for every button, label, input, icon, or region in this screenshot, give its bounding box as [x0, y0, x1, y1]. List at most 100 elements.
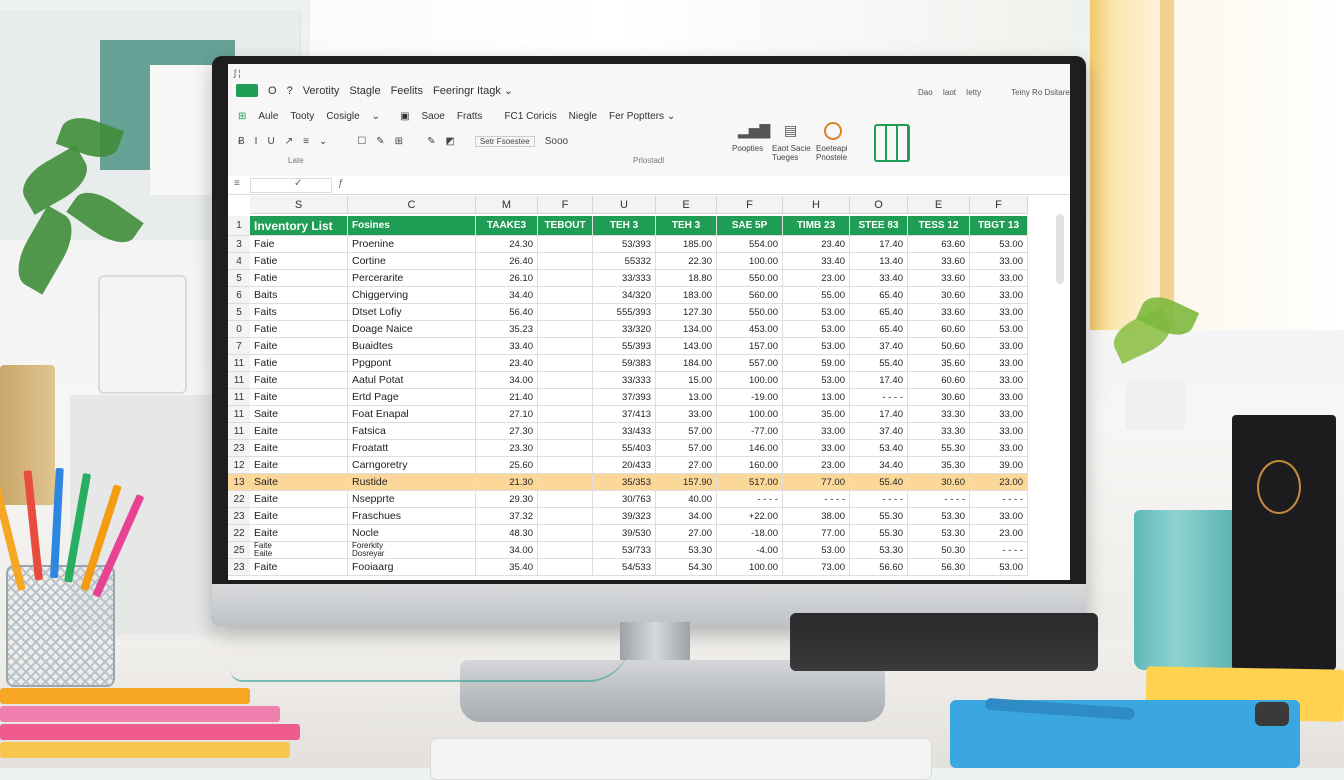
row-number[interactable]: 23: [228, 508, 250, 525]
table-cell[interactable]: 30.60: [908, 389, 970, 406]
row-number[interactable]: 11: [228, 372, 250, 389]
table-cell[interactable]: 53.30: [908, 525, 970, 542]
table-cell[interactable]: 33/333: [593, 372, 656, 389]
table-cell[interactable]: [538, 491, 593, 508]
row-number[interactable]: 5: [228, 270, 250, 287]
vertical-scrollbar[interactable]: [1056, 214, 1064, 284]
row-number[interactable]: 7: [228, 338, 250, 355]
table-cell[interactable]: 157.90: [656, 474, 717, 491]
table-cell[interactable]: 33.40: [850, 270, 908, 287]
column-header[interactable]: E: [656, 196, 717, 214]
table-cell[interactable]: 27.10: [476, 406, 538, 423]
column-header[interactable]: S: [250, 196, 348, 214]
table-cell[interactable]: 33.00: [970, 440, 1028, 457]
arrow-icon[interactable]: ↗: [285, 136, 293, 147]
table-cell[interactable]: 23.00: [970, 474, 1028, 491]
table-cell[interactable]: - - - -: [717, 491, 783, 508]
table-cell[interactable]: - - - -: [850, 389, 908, 406]
pencil-icon[interactable]: ✎: [427, 136, 435, 147]
tab[interactable]: O: [268, 85, 277, 97]
table-cell[interactable]: 33.00: [970, 253, 1028, 270]
table-cell[interactable]: 53.00: [783, 372, 850, 389]
table-cell[interactable]: Nocle: [348, 525, 476, 542]
table-cell[interactable]: Fooiaarg: [348, 559, 476, 576]
table-cell[interactable]: 55/403: [593, 440, 656, 457]
table-cell[interactable]: 24.30: [476, 236, 538, 253]
table-cell[interactable]: 143.00: [656, 338, 717, 355]
table-cell[interactable]: 57.00: [656, 440, 717, 457]
table-cell[interactable]: 50.60: [908, 338, 970, 355]
table-cell[interactable]: 30.60: [908, 474, 970, 491]
pencil-icon[interactable]: ✎: [376, 136, 384, 147]
table-cell[interactable]: [538, 270, 593, 287]
table-cell[interactable]: 27.00: [656, 525, 717, 542]
table-cell[interactable]: 53.00: [970, 236, 1028, 253]
table-cell[interactable]: [538, 559, 593, 576]
column-header[interactable]: E: [908, 196, 970, 214]
column-title[interactable]: TEH 3: [593, 216, 656, 236]
chart-icon[interactable]: ▂▅▇: [738, 122, 770, 139]
column-title[interactable]: TBGT 13: [970, 216, 1028, 236]
row-number[interactable]: 11: [228, 423, 250, 440]
table-cell[interactable]: Foat Enapal: [348, 406, 476, 423]
table-cell[interactable]: 33.00: [970, 406, 1028, 423]
row-number[interactable]: 1: [228, 216, 250, 236]
table-cell[interactable]: -77.00: [717, 423, 783, 440]
table-cell[interactable]: [538, 406, 593, 423]
status-item[interactable]: Iaot: [943, 88, 956, 97]
table-cell[interactable]: 55.30: [850, 508, 908, 525]
table-cell[interactable]: 27.30: [476, 423, 538, 440]
table-cell[interactable]: 56.30: [908, 559, 970, 576]
table-cell[interactable]: 65.40: [850, 321, 908, 338]
chevron-down-icon[interactable]: ⌄: [319, 136, 327, 147]
row-number[interactable]: 11: [228, 389, 250, 406]
table-cell[interactable]: 53.30: [908, 508, 970, 525]
column-title[interactable]: TEH 3: [656, 216, 717, 236]
table-cell[interactable]: Chiggerving: [348, 287, 476, 304]
table-cell[interactable]: +22.00: [717, 508, 783, 525]
ribbon-button[interactable]: Tooty: [290, 111, 314, 122]
column-title[interactable]: SAE 5P: [717, 216, 783, 236]
table-cell[interactable]: 453.00: [717, 321, 783, 338]
table-cell[interactable]: Ppgpont: [348, 355, 476, 372]
table-cell[interactable]: Faite Eaite: [250, 542, 348, 559]
table-cell[interactable]: 560.00: [717, 287, 783, 304]
table-cell[interactable]: 29.30: [476, 491, 538, 508]
table-cell[interactable]: 33.30: [908, 406, 970, 423]
row-number[interactable]: 22: [228, 525, 250, 542]
italic-icon[interactable]: I: [255, 136, 258, 147]
table-cell[interactable]: 33/333: [593, 270, 656, 287]
table-cell[interactable]: [538, 440, 593, 457]
table-cell[interactable]: 100.00: [717, 559, 783, 576]
table-cell[interactable]: 56.40: [476, 304, 538, 321]
table-cell[interactable]: 38.00: [783, 508, 850, 525]
table-cell[interactable]: 27.00: [656, 457, 717, 474]
table-cell[interactable]: -19.00: [717, 389, 783, 406]
table-cell[interactable]: 39.00: [970, 457, 1028, 474]
tab[interactable]: Feeringr Itagk ⌄: [433, 84, 513, 97]
table-cell[interactable]: 13.00: [783, 389, 850, 406]
column-header[interactable]: F: [717, 196, 783, 214]
table-cell[interactable]: Ertd Page: [348, 389, 476, 406]
table-cell[interactable]: [538, 236, 593, 253]
table-cell[interactable]: 554.00: [717, 236, 783, 253]
column-title[interactable]: STEE 83: [850, 216, 908, 236]
table-cell[interactable]: 146.00: [717, 440, 783, 457]
table-cell[interactable]: 55.40: [850, 355, 908, 372]
table-cell[interactable]: 39/323: [593, 508, 656, 525]
column-title[interactable]: TAAKE3: [476, 216, 538, 236]
table-cell[interactable]: 15.00: [656, 372, 717, 389]
table-cell[interactable]: Rustide: [348, 474, 476, 491]
table-cell[interactable]: Faie: [250, 236, 348, 253]
table-cell[interactable]: 37/413: [593, 406, 656, 423]
table-cell[interactable]: 33.00: [783, 423, 850, 440]
table-cell[interactable]: 53.40: [850, 440, 908, 457]
column-header[interactable]: U: [593, 196, 656, 214]
table-cell[interactable]: 53.00: [970, 559, 1028, 576]
table-cell[interactable]: 33.00: [656, 406, 717, 423]
table-cell[interactable]: 33.00: [970, 338, 1028, 355]
formula-bar[interactable]: ≡ ✓ ƒ: [228, 176, 1070, 195]
table-cell[interactable]: 59/383: [593, 355, 656, 372]
table-cell[interactable]: 100.00: [717, 406, 783, 423]
table-cell[interactable]: 23.00: [783, 457, 850, 474]
